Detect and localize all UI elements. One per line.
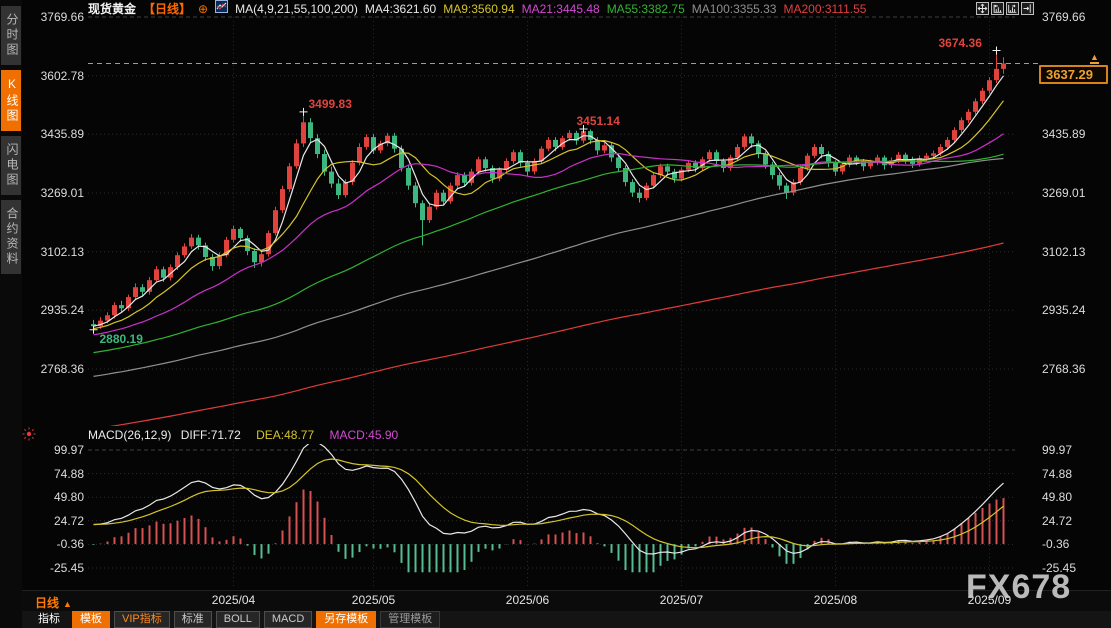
axis-tick-label: 2768.36 [41, 362, 84, 376]
instrument-name: 现货黄金 [88, 0, 136, 17]
macd-dea-value: DEA:48.77 [256, 428, 314, 442]
axis-tick-label: 24.72 [54, 514, 84, 528]
compress-right-icon[interactable] [1006, 2, 1019, 15]
month-label: 2025/05 [352, 593, 395, 607]
chart-canvas[interactable] [0, 0, 1111, 628]
compress-left-icon[interactable] [991, 2, 1004, 15]
axis-tick-label: 3435.89 [41, 127, 84, 141]
axis-tick-label: 3269.01 [1042, 186, 1085, 200]
toolbar-standard[interactable]: 标准 [174, 611, 212, 628]
axis-tick-label: 2935.24 [41, 303, 84, 317]
month-label: 2025/08 [814, 593, 857, 607]
axis-tick-label: 49.80 [1042, 490, 1072, 504]
axis-tick-label: 24.72 [1042, 514, 1072, 528]
toolbar-manage-template[interactable]: 管理模板 [380, 611, 440, 628]
axis-tick-label: 2935.24 [1042, 303, 1085, 317]
ma21-value: MA21:3445.48 [522, 2, 600, 16]
axis-tick-label: -0.36 [1042, 537, 1069, 551]
axis-tick-label: 74.88 [1042, 467, 1072, 481]
axis-tick-label: 3769.66 [41, 10, 84, 24]
toolbar-template[interactable]: 模板 [72, 611, 110, 628]
header-bar: 现货黄金【日线】 ⊕ MA(4,9,21,55,100,200) MA4:3621… [88, 0, 866, 17]
toolbar-vip-indicators[interactable]: VIP指标 [114, 611, 170, 628]
sidebar: 分时图 K线图 闪电图 合约资料 [0, 0, 22, 628]
ma-lines [94, 76, 1004, 429]
toolbar-save-template[interactable]: 另存模板 [316, 611, 376, 628]
sidebar-tab-timeshare[interactable]: 分时图 [1, 6, 21, 65]
mini-chart-icon [215, 0, 228, 18]
axis-tick-label: 3435.89 [1042, 127, 1085, 141]
ma9-value: MA9:3560.94 [443, 2, 514, 16]
axis-tick-label: 3102.13 [1042, 245, 1085, 259]
macd-diff-value: DIFF:71.72 [181, 428, 241, 442]
price-up-arrow-icon: ▲ [1090, 53, 1099, 64]
ma4-value: MA4:3621.60 [365, 2, 436, 16]
macd-macd-value: MACD:45.90 [329, 428, 398, 442]
axis-tick-label: -0.36 [57, 537, 84, 551]
sidebar-tab-kline[interactable]: K线图 [1, 70, 21, 131]
month-label: 2025/06 [506, 593, 549, 607]
axis-tick-label: 49.80 [54, 490, 84, 504]
axis-tick-label: 2768.36 [1042, 362, 1085, 376]
period-arrow-icon: ▲ [63, 599, 72, 609]
ma200-value: MA200:3111.55 [783, 2, 866, 16]
month-label: 2025/07 [660, 593, 703, 607]
macd-header: MACD(26,12,9) DIFF:71.72 DEA:48.77 MACD:… [88, 428, 398, 442]
chart-window: 分时图 K线图 闪电图 合约资料 现货黄金【日线】 ⊕ MA(4,9,21,55,… [0, 0, 1111, 628]
axis-tick-label: 74.88 [54, 467, 84, 481]
sidebar-tab-lightning[interactable]: 闪电图 [1, 136, 21, 195]
axis-tick-label: -25.45 [50, 561, 84, 575]
ma55-value: MA55:3382.75 [607, 2, 685, 16]
toolbar-indicators[interactable]: 指标 [30, 611, 68, 628]
bottom-toolbar: 指标 模板 VIP指标 标准 BOLL MACD 另存模板 管理模板 [22, 611, 1111, 628]
current-price-badge: 3637.29 [1039, 65, 1108, 84]
axis-tick-label: 99.97 [54, 443, 84, 457]
add-indicator-icon[interactable]: ⊕ [198, 3, 208, 15]
axis-tick-label: 3269.01 [41, 186, 84, 200]
toolbar-macd[interactable]: MACD [264, 611, 312, 628]
ma100-value: MA100:3355.33 [692, 2, 777, 16]
goto-latest-icon[interactable] [1021, 2, 1034, 15]
macd-pane-indicator-icon[interactable] [22, 427, 36, 446]
chart-toolbar-icons [976, 2, 1034, 15]
axis-tick-label: 3769.66 [1042, 10, 1085, 24]
watermark: FX678 [966, 568, 1071, 607]
axis-tick-label: 3602.78 [41, 69, 84, 83]
right-price-axis: 3769.663602.783435.893269.013102.132935.… [1042, 0, 1110, 628]
toolbar-boll[interactable]: BOLL [216, 611, 260, 628]
left-price-axis: 3769.66 3602.78 3435.89 3269.01 3102.13 2935.… [24, 0, 86, 628]
month-label: 2025/04 [212, 593, 255, 607]
macd-title: MACD(26,12,9) [88, 428, 171, 442]
axis-tick-label: 3102.13 [41, 245, 84, 259]
x-axis-band: 日线▲ [22, 590, 1111, 612]
macd-histogram [94, 442, 1004, 572]
period-tag: 【日线】 [143, 0, 191, 17]
move-icon[interactable] [976, 2, 989, 15]
ma-group-label: MA(4,9,21,55,100,200) [235, 2, 358, 16]
axis-tick-label: 99.97 [1042, 443, 1072, 457]
period-selector[interactable]: 日线▲ [35, 594, 72, 611]
sidebar-tab-contract-info[interactable]: 合约资料 [1, 200, 21, 274]
